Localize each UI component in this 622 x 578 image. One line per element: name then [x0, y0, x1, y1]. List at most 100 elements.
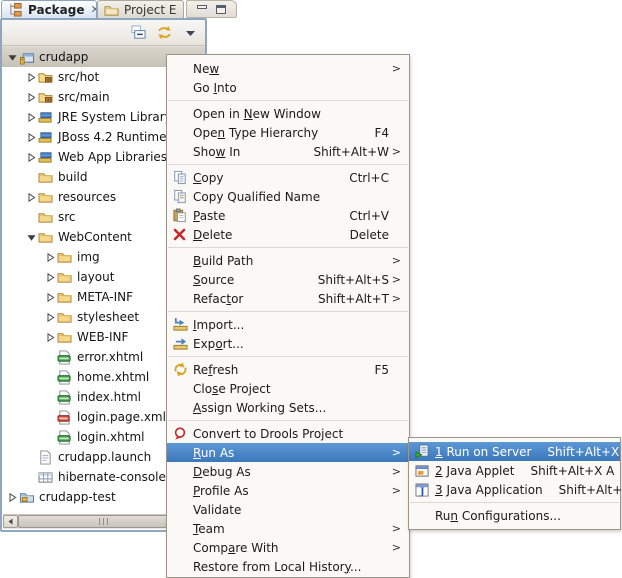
blank-icon [173, 464, 193, 480]
expander-collapsed-icon[interactable] [25, 89, 38, 105]
menu-item-label: Open Type Hierarchy [193, 126, 318, 140]
blank-icon [173, 106, 193, 122]
expander-collapsed-icon[interactable] [25, 69, 38, 85]
expander-expanded-icon[interactable] [6, 49, 19, 65]
expander-collapsed-icon[interactable] [44, 289, 57, 305]
tree-indent [2, 257, 44, 258]
menu-item-validate[interactable]: Validate [167, 500, 409, 519]
expander-spacer [44, 409, 57, 425]
expander-spacer [44, 349, 57, 365]
menu-item-label: Assign Working Sets... [193, 401, 326, 415]
menu-item-run-as[interactable]: Run As> [167, 443, 409, 462]
menu-item-go-into[interactable]: Go Into [167, 78, 409, 97]
menu-item-refactor[interactable]: RefactorShift+Alt+T> [167, 289, 409, 308]
import-icon [173, 317, 193, 333]
menu-item-label: Compare With [193, 541, 279, 555]
menu-item-profile-as[interactable]: Profile As> [167, 481, 409, 500]
source-folder-icon [38, 89, 55, 105]
expander-collapsed-icon[interactable] [25, 149, 38, 165]
menu-item-paste[interactable]: PasteCtrl+V [167, 206, 409, 225]
html-file-icon [57, 429, 74, 445]
expander-collapsed-icon[interactable] [25, 189, 38, 205]
menu-item-show-in[interactable]: Show InShift+Alt+W> [167, 142, 409, 161]
expander-collapsed-icon[interactable] [44, 329, 57, 345]
menu-item-delete[interactable]: DeleteDelete [167, 225, 409, 244]
menu-item-import[interactable]: Import... [167, 315, 409, 334]
menu-item-label: Open in New Window [193, 107, 321, 121]
menu-item-assign-working-sets[interactable]: Assign Working Sets... [167, 398, 409, 417]
tree-indent [2, 337, 44, 338]
menu-item-build-path[interactable]: Build Path> [167, 251, 409, 270]
svg-text:J: J [419, 486, 425, 496]
menu-item-refresh[interactable]: RefreshF5 [167, 360, 409, 379]
expander-collapsed-icon[interactable] [25, 109, 38, 125]
menu-item-copy[interactable]: CopyCtrl+C [167, 168, 409, 187]
menu-item-compare-with[interactable]: Compare With> [167, 538, 409, 557]
menu-item-label: Profile As [193, 484, 249, 498]
menu-item-convert-to-drools-project[interactable]: Convert to Drools Project [167, 424, 409, 443]
menu-separator [168, 420, 408, 421]
menu-item-team[interactable]: Team> [167, 519, 409, 538]
tree-indent [2, 377, 44, 378]
submenu-arrow-icon: > [389, 62, 401, 75]
menu-separator [410, 502, 619, 503]
tree-item-label: crudapp [36, 50, 91, 64]
menu-item-open-in-new-window[interactable]: Open in New Window [167, 104, 409, 123]
scrollbar-thumb[interactable] [18, 515, 188, 528]
menu-item-export[interactable]: Export... [167, 334, 409, 353]
menu-item-label: Convert to Drools Project [193, 427, 343, 441]
submenu-item-1-run-on-server[interactable]: 1 Run on ServerShift+Alt+X R [409, 442, 620, 461]
scroll-left-button[interactable] [3, 515, 18, 528]
blank-icon [173, 125, 193, 141]
tree-item-label: resources [55, 190, 119, 204]
folder-icon [38, 209, 55, 225]
submenu-item-3-java-application[interactable]: J3 Java ApplicationShift+Alt+X J [409, 480, 620, 499]
menu-item-restore-from-local-history[interactable]: Restore from Local History... [167, 557, 409, 576]
link-with-editor-button[interactable] [154, 24, 174, 42]
menu-item-copy-qualified-name[interactable]: Copy Qualified Name [167, 187, 409, 206]
tree-indent [2, 137, 25, 138]
minimize-button[interactable] [197, 5, 207, 14]
folder-icon [57, 329, 74, 345]
folder-icon [38, 189, 55, 205]
menu-item-debug-as[interactable]: Debug As> [167, 462, 409, 481]
expander-collapsed-icon[interactable] [44, 269, 57, 285]
close-icon[interactable]: ✕ [91, 3, 98, 16]
submenu-item-2-java-applet[interactable]: 2 Java AppletShift+Alt+X A [409, 461, 620, 480]
menu-item-open-type-hierarchy[interactable]: Open Type Hierarchy F4 [167, 123, 409, 142]
expander-collapsed-icon[interactable] [44, 249, 57, 265]
tree-item-label: error.xhtml [74, 350, 146, 364]
menu-item-close-project[interactable]: Close Project [167, 379, 409, 398]
source-folder-icon [38, 69, 55, 85]
expander-spacer [44, 429, 57, 445]
submenu-item-run-configurations[interactable]: Run Configurations... [409, 506, 620, 525]
tree-item-label: stylesheet [74, 310, 142, 324]
tree-item-label: src/hot [55, 70, 102, 84]
expander-collapsed-icon[interactable] [6, 489, 19, 505]
menu-item-label: Debug As [193, 465, 251, 479]
menu-separator [168, 311, 408, 312]
menu-item-source[interactable]: SourceShift+Alt+S> [167, 270, 409, 289]
menu-item-label: Refresh [193, 363, 238, 377]
tree-item-label: WEB-INF [74, 330, 131, 344]
menu-shortcut: F4 [358, 126, 389, 140]
blank-icon [173, 502, 193, 518]
menu-item-new[interactable]: New> [167, 59, 409, 78]
collapse-all-button[interactable] [128, 24, 148, 42]
menu-shortcut: Shift+Alt+X A [514, 464, 614, 478]
menu-shortcut: Shift+Alt+W [298, 145, 390, 159]
expander-spacer [25, 449, 38, 465]
maximize-button[interactable] [216, 5, 226, 14]
tab-package-explorer[interactable]: Package ✕ [1, 0, 97, 18]
expander-expanded-icon[interactable] [25, 229, 38, 245]
expander-collapsed-icon[interactable] [25, 129, 38, 145]
tab-project-explorer[interactable]: Project E [97, 0, 184, 18]
expander-collapsed-icon[interactable] [44, 309, 57, 325]
view-toolbar [2, 20, 205, 46]
menu-item-label: 1 Run on Server [435, 445, 531, 459]
menu-separator [168, 100, 408, 101]
menu-item-label: Source [193, 273, 234, 287]
menu-item-label: Go Into [193, 81, 237, 95]
expander-spacer [44, 369, 57, 385]
view-menu-button[interactable] [180, 24, 200, 42]
